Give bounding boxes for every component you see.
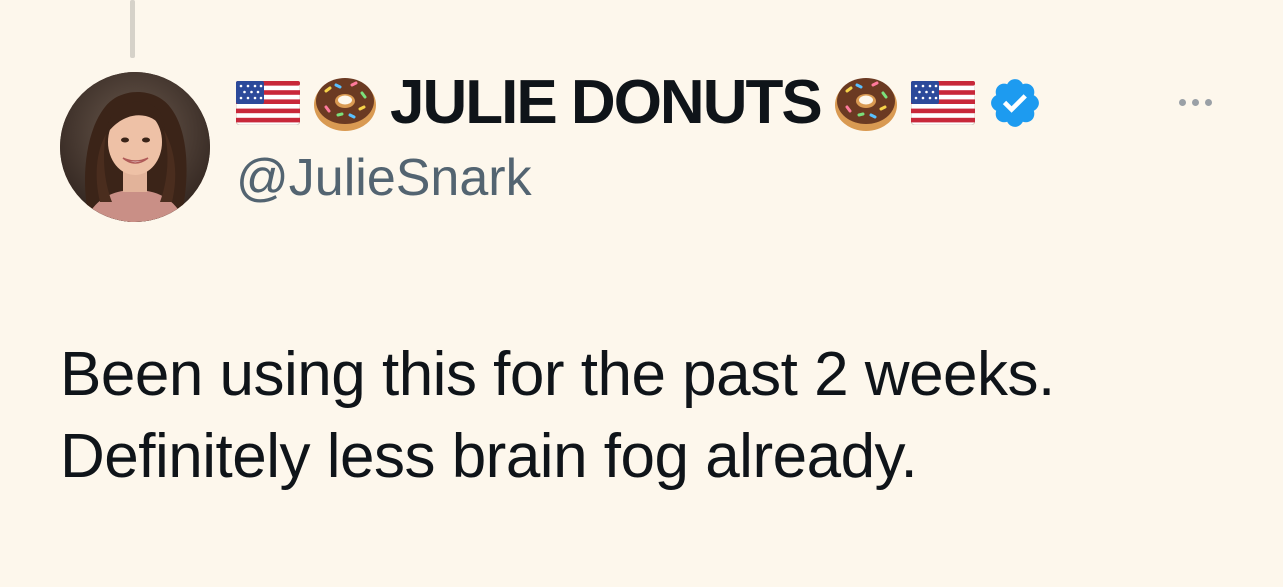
tweet-author-header[interactable]: JULIE DONUTS bbox=[235, 66, 1043, 140]
more-dot bbox=[1204, 98, 1212, 106]
tweet-text: Been using this for the past 2 weeks. De… bbox=[60, 334, 1240, 498]
more-dot bbox=[1178, 98, 1186, 106]
more-dot bbox=[1191, 98, 1199, 106]
tweet-text-line: Definitely less brain fog already. bbox=[60, 422, 918, 491]
user-handle[interactable]: @JulieSnark bbox=[236, 152, 532, 204]
display-name[interactable]: JULIE DONUTS bbox=[390, 72, 823, 134]
us-flag-icon bbox=[910, 80, 976, 126]
tweet-text-line: Been using this for the past 2 weeks. bbox=[60, 340, 1055, 409]
more-options-icon[interactable] bbox=[1170, 92, 1220, 112]
verified-badge-icon[interactable] bbox=[987, 75, 1043, 131]
avatar[interactable] bbox=[60, 72, 210, 222]
us-flag-icon bbox=[235, 80, 301, 126]
donut-icon bbox=[312, 73, 378, 133]
thread-connector-line bbox=[130, 0, 135, 58]
donut-icon bbox=[833, 73, 899, 133]
